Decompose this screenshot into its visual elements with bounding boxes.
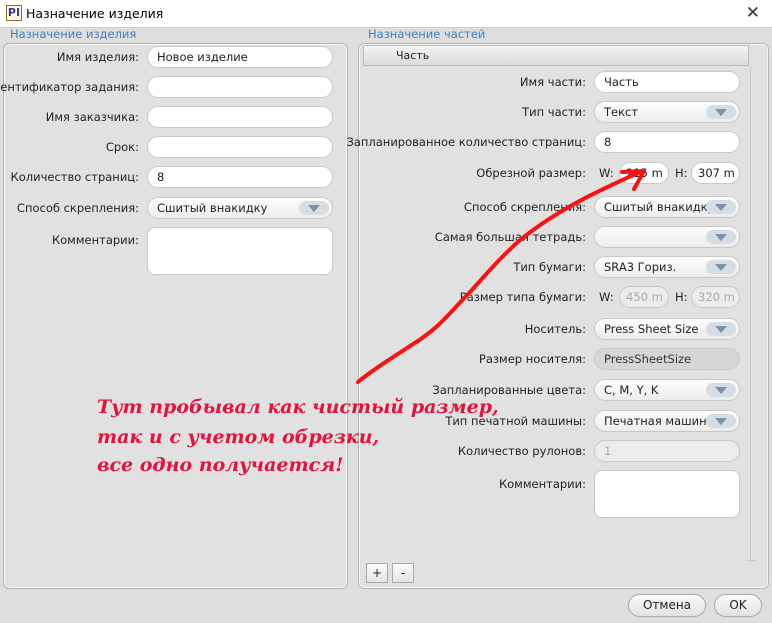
press-type-select[interactable]: Печатная машина [594, 410, 740, 432]
part-binding-label: Способ скрепления: [463, 200, 586, 214]
window-title: Назначение изделия [26, 6, 164, 21]
job-id-input[interactable] [147, 76, 333, 98]
binding-value: Сшитый внакидку [157, 201, 268, 215]
binding-label: Способ скрепления: [16, 201, 139, 215]
media-label: Носитель: [524, 322, 586, 336]
scrollbar-end [746, 560, 756, 561]
part-type-label: Тип части: [522, 105, 586, 119]
media-size-label: Размер носителя: [478, 352, 586, 366]
part-name-input[interactable]: Часть [594, 71, 740, 93]
customer-name-label: Имя заказчика: [45, 110, 139, 124]
chevron-down-icon [706, 322, 736, 336]
rolls-label: Количество рулонов: [457, 444, 586, 458]
chevron-down-icon [706, 105, 736, 119]
trim-h-label: H: [675, 166, 688, 180]
trim-height-input[interactable]: 307 m [691, 162, 740, 184]
part-binding-select[interactable]: Сшитый внакидку [594, 196, 740, 218]
cancel-button[interactable]: Отмена [628, 594, 706, 617]
trim-width-input[interactable]: 215 m [619, 162, 669, 184]
remove-part-button[interactable]: - [392, 563, 414, 583]
paper-h-label: H: [675, 290, 688, 304]
media-size-field: PressSheetSize [594, 348, 740, 370]
close-icon[interactable]: ✕ [746, 3, 760, 23]
largest-signature-label: Самая большая тетрадь: [434, 230, 586, 244]
app-icon: PI [6, 5, 22, 21]
annotation-line-3: все одно получается! [97, 454, 344, 476]
trim-size-label: Обрезной размер: [476, 166, 586, 180]
media-value: Press Sheet Size [604, 322, 699, 336]
binding-select[interactable]: Сшитый внакидку [147, 197, 333, 219]
tab-part[interactable]: Часть [363, 45, 749, 66]
paper-size-label: Размер типа бумаги: [459, 290, 586, 304]
left-group-label: Назначение изделия [10, 27, 137, 41]
right-group-label: Назначение частей [368, 27, 486, 41]
comments-textarea[interactable] [147, 227, 333, 275]
planned-colors-label: Запланированные цвета: [432, 383, 586, 397]
chevron-down-icon [706, 414, 736, 428]
part-comments-textarea[interactable] [594, 470, 740, 518]
rolls-input: 1 [594, 440, 740, 462]
product-name-input[interactable]: Новое изделие [147, 46, 333, 68]
ok-button[interactable]: OK [714, 594, 762, 617]
comments-label: Комментарии: [51, 233, 139, 247]
paper-type-value: SRA3 Гориз. [604, 260, 677, 274]
page-count-label: Количество страниц: [10, 170, 139, 184]
part-type-select[interactable]: Текст [594, 101, 740, 123]
scrollbar[interactable] [750, 66, 751, 560]
deadline-label: Срок: [105, 140, 139, 154]
chevron-down-icon [706, 200, 736, 214]
paper-width-input: 450 m [619, 286, 669, 308]
media-select[interactable]: Press Sheet Size [594, 318, 740, 340]
planned-colors-select[interactable]: C, M, Y, K [594, 379, 740, 401]
part-binding-value: Сшитый внакидку [604, 200, 715, 214]
paper-w-label: W: [599, 290, 614, 304]
paper-type-select[interactable]: SRA3 Гориз. [594, 256, 740, 278]
part-comments-label: Комментарии: [498, 477, 586, 491]
planned-colors-value: C, M, Y, K [604, 383, 659, 397]
paper-type-label: Тип бумаги: [513, 260, 586, 274]
largest-signature-select[interactable] [594, 226, 740, 248]
add-part-button[interactable]: + [366, 563, 388, 583]
chevron-down-icon [299, 201, 329, 215]
planned-pages-label: Запланированное количество страниц: [346, 135, 586, 149]
deadline-input[interactable] [147, 136, 333, 158]
job-id-label: Идентификатор задания: [0, 80, 139, 94]
page-count-input[interactable]: 8 [147, 166, 333, 188]
planned-pages-input[interactable]: 8 [594, 131, 740, 153]
press-type-value: Печатная машина [604, 414, 714, 428]
chevron-down-icon [706, 260, 736, 274]
part-type-value: Текст [604, 105, 639, 119]
title-bar: PI Назначение изделия ✕ [0, 0, 772, 28]
product-name-label: Имя изделия: [56, 50, 139, 64]
part-name-label: Имя части: [519, 75, 586, 89]
customer-name-input[interactable] [147, 106, 333, 128]
annotation-line-1: Тут пробывал как чистый размер, [97, 396, 499, 418]
chevron-down-icon [706, 383, 736, 397]
trim-w-label: W: [599, 166, 614, 180]
annotation-line-2: так и с учетом обрезки, [97, 426, 380, 448]
chevron-down-icon [706, 230, 736, 244]
paper-height-input: 320 m [691, 286, 740, 308]
